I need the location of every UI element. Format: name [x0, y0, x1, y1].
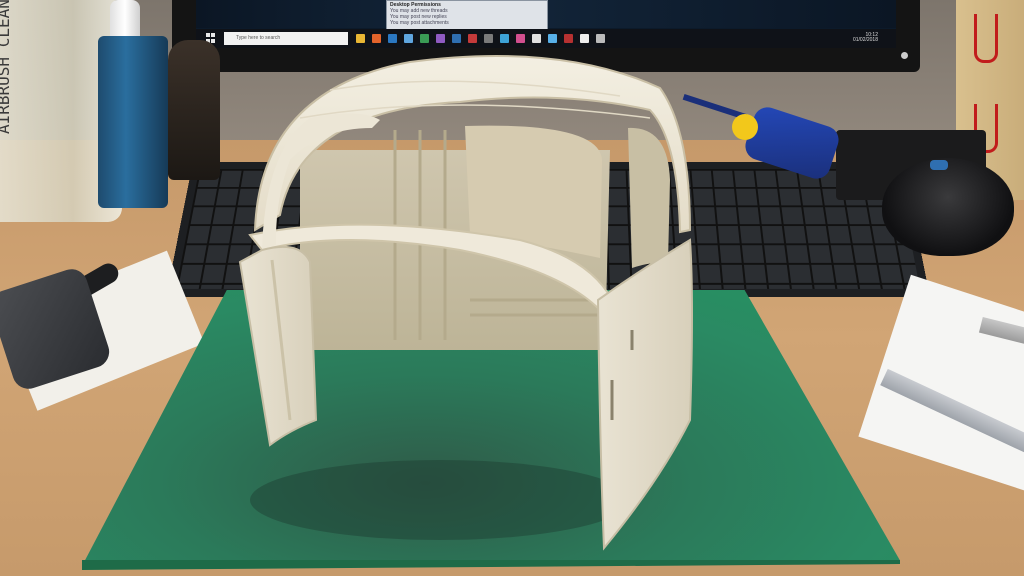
model-truck-cab — [238, 54, 693, 551]
right-side-window — [628, 127, 670, 268]
cab-shadow — [250, 460, 630, 540]
photo-scene: Desktop Permissions You may add new thre… — [0, 0, 1024, 576]
left-door — [238, 246, 318, 447]
